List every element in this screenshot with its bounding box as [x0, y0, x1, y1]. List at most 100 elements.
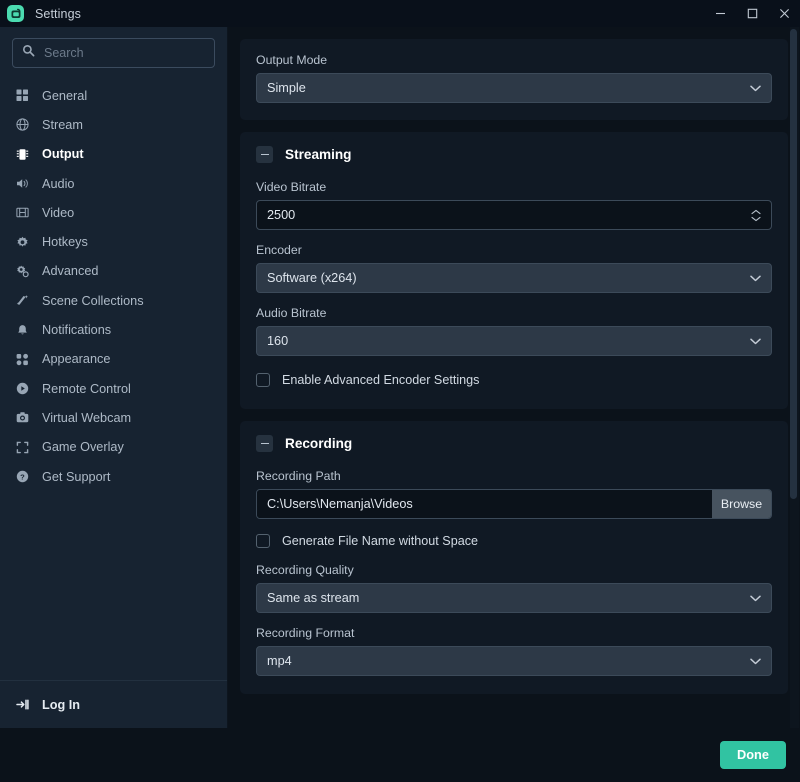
- sidebar-item-audio[interactable]: Audio: [0, 169, 227, 198]
- recording-quality-label: Recording Quality: [256, 563, 354, 577]
- search-placeholder: Search: [44, 46, 84, 60]
- sidebar-item-output[interactable]: Output: [0, 140, 227, 169]
- maximize-icon[interactable]: [736, 0, 768, 27]
- no-space-label: Generate File Name without Space: [282, 534, 479, 548]
- window-controls: [704, 0, 800, 27]
- login-button[interactable]: Log In: [0, 680, 227, 728]
- sidebar-item-notifications[interactable]: Notifications: [0, 315, 227, 344]
- sidebar-item-label: Get Support: [42, 469, 111, 484]
- sidebar-item-label: Remote Control: [42, 381, 131, 396]
- chevron-down-icon: [750, 338, 761, 345]
- advanced-encoder-label: Enable Advanced Encoder Settings: [282, 373, 480, 387]
- sidebar-item-advanced[interactable]: Advanced: [0, 257, 227, 286]
- sidebar-nav: General Stream Output Audio Video Hotkey…: [0, 75, 227, 680]
- login-icon: [14, 698, 31, 711]
- output-mode-value: Simple: [267, 81, 306, 95]
- sidebar-item-label: Notifications: [42, 323, 112, 338]
- globe-icon: [14, 118, 31, 132]
- sidebar-item-scene-collections[interactable]: Scene Collections: [0, 286, 227, 315]
- sidebar-item-label: Appearance: [42, 352, 111, 367]
- browse-button[interactable]: Browse: [712, 490, 771, 518]
- svg-text:?: ?: [20, 472, 25, 481]
- sidebar-item-remote-control[interactable]: Remote Control: [0, 374, 227, 403]
- sidebar-item-hotkeys[interactable]: Hotkeys: [0, 227, 227, 256]
- sidebar-item-label: Audio: [42, 176, 75, 191]
- recording-quality-select[interactable]: Same as stream: [256, 583, 772, 613]
- title-bar: Settings: [0, 0, 800, 27]
- login-label: Log In: [42, 697, 81, 712]
- advanced-encoder-checkbox[interactable]: [256, 373, 270, 387]
- window-body: Search General Stream Output Audio Video…: [0, 27, 800, 728]
- sidebar-item-label: General: [42, 88, 88, 103]
- encoder-label: Encoder: [256, 243, 302, 257]
- recording-path-label: Recording Path: [256, 469, 341, 483]
- recording-format-label: Recording Format: [256, 626, 355, 640]
- speaker-icon: [14, 177, 31, 190]
- search-container: Search: [0, 27, 227, 75]
- recording-path-input[interactable]: C:\Users\Nemanja\Videos: [257, 490, 712, 518]
- streaming-card: Streaming Video Bitrate 2500 Encoder Sof…: [240, 132, 788, 409]
- no-space-checkbox[interactable]: [256, 534, 270, 548]
- gear-icon: [14, 236, 31, 249]
- search-input[interactable]: Search: [12, 38, 215, 68]
- chevron-down-icon: [750, 595, 761, 602]
- recording-card: Recording Recording Path C:\Users\Nemanj…: [240, 421, 788, 694]
- close-icon[interactable]: [768, 0, 800, 27]
- streaming-section-header[interactable]: Streaming: [256, 146, 772, 163]
- audio-bitrate-select[interactable]: 160: [256, 326, 772, 356]
- stepper-icon[interactable]: [751, 209, 761, 222]
- advanced-encoder-row[interactable]: Enable Advanced Encoder Settings: [256, 369, 772, 391]
- recording-title: Recording: [285, 436, 353, 451]
- help-circle-icon: ?: [14, 470, 31, 483]
- window-title: Settings: [35, 6, 81, 21]
- chevron-down-icon: [750, 658, 761, 665]
- recording-quality-value: Same as stream: [267, 591, 360, 605]
- sidebar-item-general[interactable]: General: [0, 81, 227, 110]
- scrollbar-thumb[interactable]: [790, 29, 797, 499]
- output-mode-label: Output Mode: [256, 53, 328, 67]
- settings-scroll-area: Output Mode Simple Streaming Video Bitra…: [240, 39, 788, 694]
- streaming-title: Streaming: [285, 147, 352, 162]
- sidebar-item-appearance[interactable]: Appearance: [0, 345, 227, 374]
- streamlabs-icon: [7, 5, 24, 22]
- sidebar-item-label: Virtual Webcam: [42, 410, 132, 425]
- done-button[interactable]: Done: [720, 740, 786, 770]
- sidebar-item-label: Advanced: [42, 264, 99, 279]
- video-bitrate-label: Video Bitrate: [256, 180, 327, 194]
- encoder-select[interactable]: Software (x264): [256, 263, 772, 293]
- sidebar-item-game-overlay[interactable]: Game Overlay: [0, 433, 227, 462]
- sidebar-item-label: Video: [42, 205, 75, 220]
- chevron-down-icon: [750, 275, 761, 282]
- settings-content: Output Mode Simple Streaming Video Bitra…: [228, 27, 800, 728]
- video-bitrate-input[interactable]: 2500: [256, 200, 772, 230]
- grid-icon: [14, 89, 31, 102]
- output-mode-select[interactable]: Simple: [256, 73, 772, 103]
- sidebar-item-stream[interactable]: Stream: [0, 110, 227, 139]
- recording-format-select[interactable]: mp4: [256, 646, 772, 676]
- sidebar-item-get-support[interactable]: ? Get Support: [0, 462, 227, 491]
- camera-icon: [14, 411, 31, 424]
- sidebar-item-label: Output: [42, 147, 84, 162]
- wand-icon: [14, 294, 31, 307]
- minus-icon[interactable]: [256, 435, 273, 452]
- recording-section-header[interactable]: Recording: [256, 435, 772, 452]
- minimize-icon[interactable]: [704, 0, 736, 27]
- output-mode-card: Output Mode Simple: [240, 39, 788, 120]
- play-circle-icon: [14, 382, 31, 395]
- sidebar-item-video[interactable]: Video: [0, 198, 227, 227]
- film-icon: [14, 206, 31, 219]
- minus-icon[interactable]: [256, 146, 273, 163]
- sidebar-item-virtual-webcam[interactable]: Virtual Webcam: [0, 403, 227, 432]
- audio-bitrate-label: Audio Bitrate: [256, 306, 327, 320]
- chip-icon: [14, 148, 31, 161]
- dialog-footer: Done: [0, 728, 800, 782]
- no-space-row[interactable]: Generate File Name without Space: [256, 530, 772, 552]
- encoder-value: Software (x264): [267, 271, 357, 285]
- recording-format-value: mp4: [267, 654, 292, 668]
- sidebar-item-label: Game Overlay: [42, 440, 124, 455]
- content-scrollbar[interactable]: [790, 27, 799, 728]
